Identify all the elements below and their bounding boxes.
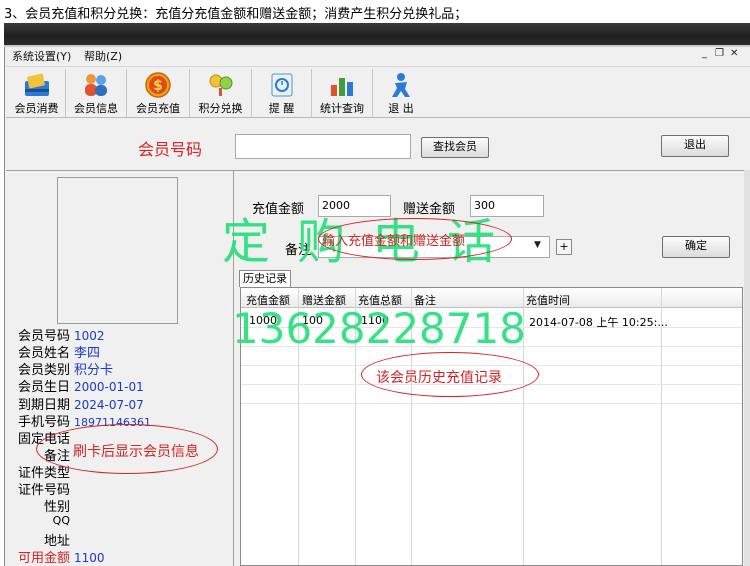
- watermark-phone: 13628228718: [232, 304, 526, 353]
- toolbar-recharge-button[interactable]: $ 会员充值: [127, 69, 190, 117]
- info-value: 1002: [74, 329, 105, 343]
- member-info-icon: [85, 74, 107, 96]
- recharge-icon: $: [145, 72, 171, 98]
- info-value: 2024-07-07: [74, 398, 144, 412]
- member-number-input[interactable]: [235, 134, 411, 159]
- info-row-qq: QQ: [10, 513, 74, 527]
- vertical-scrollbar[interactable]: [744, 170, 750, 566]
- toolbar-label: 会员信息: [74, 102, 118, 115]
- window-title-bar[interactable]: [4, 23, 750, 45]
- grid-row-divider: [241, 403, 742, 404]
- toolbar-points-exchange-button[interactable]: 积分兑换: [190, 69, 252, 117]
- find-member-button[interactable]: 查找会员: [421, 137, 489, 158]
- toolbar-label: 会员充值: [136, 102, 180, 115]
- tab-history[interactable]: 历史记录: [239, 270, 291, 287]
- add-remark-button[interactable]: +: [556, 239, 572, 255]
- toolbar-label: 退 出: [388, 102, 414, 115]
- toolbar-label: 统计查询: [320, 102, 364, 115]
- toolbar-member-consume-button[interactable]: 会员消费: [8, 69, 66, 117]
- close-icon[interactable]: ✕: [730, 48, 738, 59]
- menu-help[interactable]: 帮助(Z): [84, 48, 122, 64]
- toolbar-label: 提 醒: [268, 102, 295, 115]
- info-value: 1100: [74, 551, 105, 565]
- caption-text: 3、会员充值和积分兑换：充值分充值金额和赠送金额；消费产生积分兑换礼品；: [4, 7, 468, 22]
- statistics-icon: [331, 78, 353, 96]
- toolbar-label: 积分兑换: [198, 102, 243, 115]
- confirm-button[interactable]: 确定: [662, 236, 730, 258]
- exit-button[interactable]: 退出: [661, 135, 729, 157]
- info-label: 会员生日: [17, 380, 70, 395]
- annotation-input-note: 输入充值金额和赠送金额: [322, 234, 466, 249]
- points-exchange-icon: [209, 74, 232, 96]
- member-consume-icon: [24, 73, 49, 96]
- chevron-down-icon[interactable]: ▼: [534, 240, 541, 250]
- svg-text:$: $: [153, 78, 163, 94]
- restore-icon[interactable]: ❐: [715, 48, 724, 59]
- info-value: 2000-01-01: [74, 380, 144, 394]
- annotation-info-note: 刷卡后显示会员信息: [73, 444, 199, 460]
- member-number-label: 会员号码: [138, 140, 203, 159]
- info-row-birthday: 会员生日 2000-01-01: [10, 376, 144, 395]
- table-cell[interactable]: 2014-07-08 上午 10:25:...: [529, 314, 668, 330]
- info-label: QQ: [52, 514, 70, 527]
- minimize-icon[interactable]: _: [702, 48, 707, 59]
- annotation-history-note: 该会员历史充值记录: [376, 370, 502, 386]
- toolbar-statistics-button[interactable]: 统计查询: [312, 69, 373, 117]
- column-header[interactable]: 充值时间: [526, 292, 570, 308]
- toolbar-member-info-button[interactable]: 会员信息: [66, 69, 127, 117]
- toolbar-reminder-button[interactable]: 提 醒: [252, 69, 312, 117]
- toolbar-exit-button[interactable]: 退 出: [373, 69, 429, 117]
- member-photo: [57, 177, 178, 324]
- main-toolbar: 会员消费 会员信息 $ 会员充值 积分兑换 提 醒 统计查询 退 出: [6, 66, 750, 118]
- exit-icon: [392, 73, 410, 97]
- info-label: 可用金额: [17, 551, 70, 566]
- toolbar-label: 会员消费: [14, 102, 59, 115]
- info-row-available-balance: 可用金额 1100: [10, 547, 105, 566]
- menu-system-settings[interactable]: 系统设置(Y): [12, 48, 71, 64]
- reminder-icon: [271, 73, 292, 97]
- mdi-window-controls: _ ❐ ✕: [702, 48, 742, 64]
